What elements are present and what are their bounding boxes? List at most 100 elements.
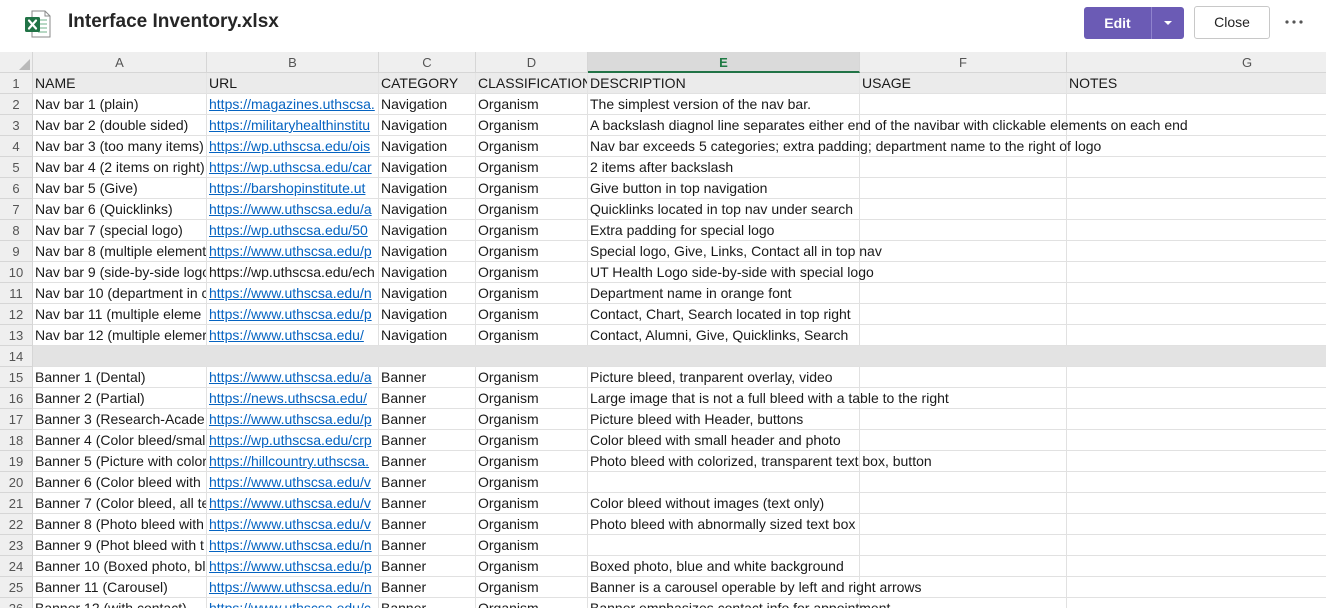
cell-name[interactable]: Banner 10 (Boxed photo, blu: [33, 556, 207, 577]
cell-usage[interactable]: [860, 304, 1067, 325]
header-cell-name[interactable]: NAME: [33, 73, 207, 94]
cell-category[interactable]: Navigation: [379, 157, 476, 178]
cell-category[interactable]: Banner: [379, 598, 476, 608]
cell-notes[interactable]: [1067, 283, 1326, 304]
cell-name[interactable]: Nav bar 10 (department in c: [33, 283, 207, 304]
cell-classification[interactable]: Organism: [476, 241, 588, 262]
cell-classification[interactable]: Organism: [476, 94, 588, 115]
column-header-b[interactable]: B: [207, 52, 379, 73]
cell-description[interactable]: [588, 535, 860, 556]
cell-classification[interactable]: Organism: [476, 325, 588, 346]
cell-url[interactable]: https://militaryhealthinstitu: [207, 115, 379, 136]
cell-url[interactable]: https://wp.uthscsa.edu/crp: [207, 430, 379, 451]
cell-category[interactable]: Banner: [379, 514, 476, 535]
cell-description[interactable]: UT Health Logo side-by-side with special…: [588, 262, 874, 283]
cell-classification[interactable]: Organism: [476, 220, 588, 241]
cell-classification[interactable]: Organism: [476, 199, 588, 220]
cell-name[interactable]: Nav bar 7 (special logo): [33, 220, 207, 241]
cell-name[interactable]: Banner 9 (Phot bleed with t: [33, 535, 207, 556]
cell-notes[interactable]: [1067, 346, 1326, 367]
cell-usage[interactable]: [860, 178, 1067, 199]
cell-name[interactable]: Banner 2 (Partial): [33, 388, 207, 409]
cell-notes[interactable]: [1067, 388, 1326, 409]
cell-notes[interactable]: [1067, 472, 1326, 493]
cell-notes[interactable]: [1067, 451, 1326, 472]
cell-category[interactable]: Navigation: [379, 241, 476, 262]
cell-description[interactable]: Picture bleed with Header, buttons: [588, 409, 860, 430]
cell-description[interactable]: The simplest version of the nav bar.: [588, 94, 860, 115]
cell-description[interactable]: [588, 472, 860, 493]
cell-category[interactable]: Navigation: [379, 262, 476, 283]
cell-name[interactable]: Banner 1 (Dental): [33, 367, 207, 388]
cell-classification[interactable]: Organism: [476, 157, 588, 178]
cell-url[interactable]: https://news.uthscsa.edu/: [207, 388, 379, 409]
cell-notes[interactable]: [1067, 241, 1326, 262]
cell-url[interactable]: https://www.uthscsa.edu/c: [207, 598, 379, 608]
cell-classification[interactable]: Organism: [476, 409, 588, 430]
header-cell-description[interactable]: DESCRIPTION: [588, 73, 860, 94]
cell-description[interactable]: Photo bleed with colorized, transparent …: [588, 451, 932, 472]
cell-url[interactable]: https://magazines.uthscsa.: [207, 94, 379, 115]
cell-usage[interactable]: [860, 157, 1067, 178]
cell-usage[interactable]: [860, 535, 1067, 556]
cell-notes[interactable]: [1067, 304, 1326, 325]
cell-notes[interactable]: [1067, 409, 1326, 430]
row-header[interactable]: 19: [0, 451, 33, 472]
cell-notes[interactable]: [1067, 493, 1326, 514]
cell-url[interactable]: https://www.uthscsa.edu/a: [207, 367, 379, 388]
cell-usage[interactable]: [860, 514, 1067, 535]
cell-notes[interactable]: [1067, 367, 1326, 388]
cell-url[interactable]: https://www.uthscsa.edu/n: [207, 535, 379, 556]
cell-name[interactable]: Nav bar 4 (2 items on right): [33, 157, 207, 178]
cell-description[interactable]: Department name in orange font: [588, 283, 860, 304]
column-header-f[interactable]: F: [860, 52, 1067, 73]
row-header[interactable]: 17: [0, 409, 33, 430]
cell-usage[interactable]: [860, 598, 1067, 608]
cell-description[interactable]: Banner is a carousel operable by left an…: [588, 577, 922, 598]
cell-description[interactable]: Banner emphasizes contact info for appoi…: [588, 598, 890, 608]
cell-usage[interactable]: [860, 199, 1067, 220]
row-header[interactable]: 10: [0, 262, 33, 283]
row-header[interactable]: 25: [0, 577, 33, 598]
cell-notes[interactable]: [1067, 220, 1326, 241]
cell-classification[interactable]: Organism: [476, 472, 588, 493]
cell-notes[interactable]: [1067, 325, 1326, 346]
select-all-corner[interactable]: [0, 52, 33, 73]
row-header[interactable]: 24: [0, 556, 33, 577]
cell-name[interactable]: Banner 4 (Color bleed/small: [33, 430, 207, 451]
cell-notes[interactable]: [1067, 262, 1326, 283]
row-header[interactable]: 12: [0, 304, 33, 325]
cell-category[interactable]: Banner: [379, 367, 476, 388]
cell-usage[interactable]: [860, 346, 1067, 367]
row-header[interactable]: 16: [0, 388, 33, 409]
cell-url[interactable]: https://wp.uthscsa.edu/car: [207, 157, 379, 178]
cell-usage[interactable]: [860, 556, 1067, 577]
cell-usage[interactable]: [860, 220, 1067, 241]
header-cell-category[interactable]: CATEGORY: [379, 73, 476, 94]
cell-name[interactable]: Nav bar 8 (multiple element: [33, 241, 207, 262]
cell-name[interactable]: Nav bar 1 (plain): [33, 94, 207, 115]
cell-name[interactable]: Nav bar 12 (multiple elemer: [33, 325, 207, 346]
row-header[interactable]: 15: [0, 367, 33, 388]
cell-notes[interactable]: [1067, 598, 1326, 608]
cell-classification[interactable]: Organism: [476, 598, 588, 608]
cell-usage[interactable]: [860, 262, 1067, 283]
cell-url[interactable]: https://wp.uthscsa.edu/ois: [207, 136, 379, 157]
cell-classification[interactable]: Organism: [476, 136, 588, 157]
cell-name[interactable]: Banner 3 (Research-Acade: [33, 409, 207, 430]
cell-category[interactable]: Banner: [379, 430, 476, 451]
cell-description[interactable]: Extra padding for special logo: [588, 220, 860, 241]
edit-dropdown-button[interactable]: [1152, 7, 1184, 39]
cell-usage[interactable]: [860, 430, 1067, 451]
cell-category[interactable]: Banner: [379, 577, 476, 598]
close-button[interactable]: Close: [1194, 6, 1270, 39]
cell-category[interactable]: Navigation: [379, 178, 476, 199]
cell-name[interactable]: Banner 5 (Picture with color: [33, 451, 207, 472]
cell-category[interactable]: Navigation: [379, 94, 476, 115]
cell-name[interactable]: Nav bar 2 (double sided): [33, 115, 207, 136]
cell-classification[interactable]: Organism: [476, 283, 588, 304]
cell-category[interactable]: Banner: [379, 556, 476, 577]
cell-notes[interactable]: [1067, 94, 1326, 115]
row-header[interactable]: 9: [0, 241, 33, 262]
cell-name[interactable]: Banner 8 (Photo bleed with: [33, 514, 207, 535]
